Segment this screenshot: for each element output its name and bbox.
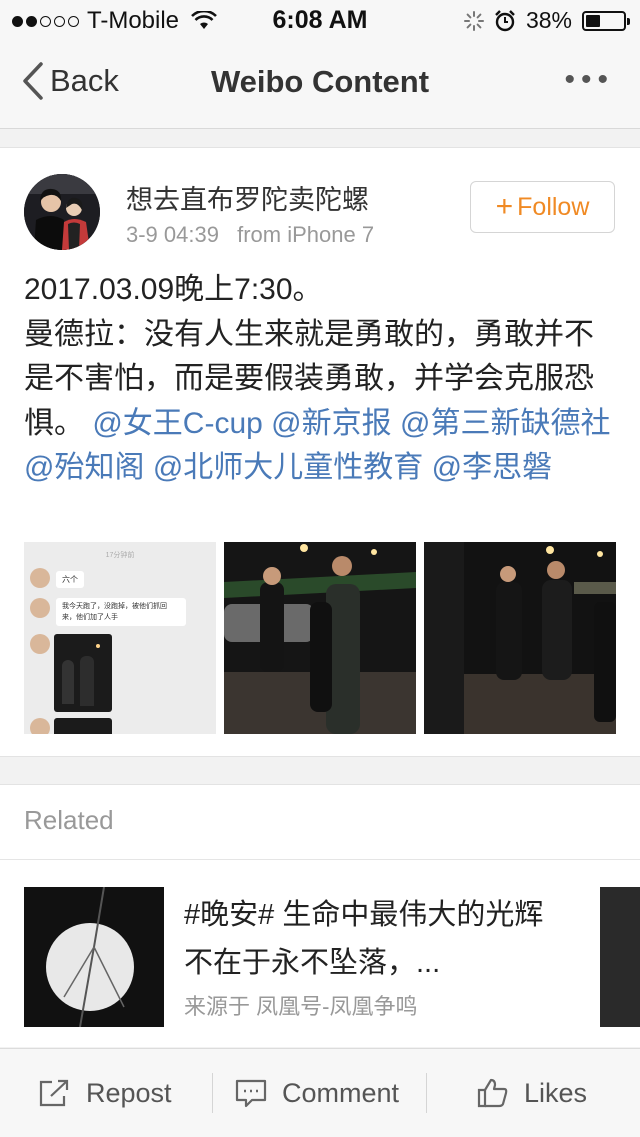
battery-percent: 38% xyxy=(525,7,572,33)
post-image-night-street-1[interactable] xyxy=(224,542,416,734)
repost-label: Repost xyxy=(86,1077,172,1108)
post-source: from iPhone 7 xyxy=(237,222,375,247)
chat-time-header: 17分钟前 xyxy=(105,552,135,559)
chat-avatar xyxy=(30,568,50,588)
mention-link[interactable]: @第三新缺德社 xyxy=(400,407,610,440)
likes-button[interactable]: Likes xyxy=(476,1049,587,1137)
chat-message: 六个 xyxy=(56,571,84,588)
related-section: Related #晚安# 生命中最伟大的光辉不在于永不坠落，... 来源于 凤凰… xyxy=(0,784,640,1047)
post-image-night-street-2[interactable] xyxy=(424,542,616,734)
username[interactable]: 想去直布罗陀卖陀螺 xyxy=(126,178,369,217)
image-grid: 17分钟前 六个 我今天跑了，没跑掉，被他们抓回来，他们加了人手 xyxy=(24,542,616,734)
mention-link[interactable]: @女王C-cup xyxy=(92,407,262,440)
battery-icon xyxy=(582,10,630,31)
mention-link[interactable]: @殆知阁 xyxy=(24,451,144,484)
follow-label: Follow xyxy=(517,192,590,221)
mention-link[interactable]: @新京报 xyxy=(271,407,391,440)
related-heading: Related xyxy=(24,805,114,835)
ellipsis-icon[interactable]: ••• xyxy=(564,65,614,95)
comment-label: Comment xyxy=(282,1077,400,1108)
bottom-toolbar: Repost Comment Likes xyxy=(0,1048,640,1137)
avatar-photo xyxy=(24,174,100,250)
divider xyxy=(426,1073,427,1113)
chat-message: 我今天跑了，没跑掉，被他们抓回来，他们加了人手 xyxy=(56,598,186,626)
post-meta: 3-9 04:39 from iPhone 7 xyxy=(126,222,386,248)
divider xyxy=(212,1073,213,1113)
repost-icon xyxy=(39,1079,69,1107)
post-image-chat-screenshot[interactable]: 17分钟前 六个 我今天跑了，没跑掉，被他们抓回来，他们加了人手 xyxy=(24,542,216,734)
activity-spinner-icon xyxy=(463,10,484,31)
mention-link[interactable]: @北师大儿童性教育 xyxy=(153,451,423,484)
post-text-line1: 2017.03.09晚上7:30。 xyxy=(24,273,323,306)
related-item-title[interactable]: #晚安# 生命中最伟大的光辉不在于永不坠落，... xyxy=(184,891,544,987)
avatar[interactable] xyxy=(24,174,100,250)
chat-photo xyxy=(54,634,112,712)
chat-avatar xyxy=(30,718,50,734)
post-text: 2017.03.09晚上7:30。 曼德拉：没有人生来就是勇敢的，勇敢并不是不害… xyxy=(24,268,620,491)
related-item-source: 来源于 凤凰号-凤凰争鸣 xyxy=(184,994,418,1019)
page-title: Weibo Content xyxy=(210,64,430,99)
related-item-thumbnail[interactable] xyxy=(24,887,164,1027)
status-bar: T-Mobile 6:08 AM 38% xyxy=(0,0,640,40)
comment-button[interactable]: Comment xyxy=(234,1049,399,1137)
navigation-bar: Back Weibo Content ••• xyxy=(0,40,640,129)
chat-avatar xyxy=(30,634,50,654)
likes-label: Likes xyxy=(524,1077,588,1108)
divider xyxy=(0,859,640,860)
weibo-post: 想去直布罗陀卖陀螺 3-9 04:39 from iPhone 7 + Foll… xyxy=(0,147,640,757)
repost-button[interactable]: Repost xyxy=(38,1049,172,1137)
post-date: 3-9 04:39 xyxy=(126,222,219,247)
battery-level-fill xyxy=(586,14,600,27)
chat-avatar xyxy=(30,598,50,618)
related-item-thumbnail-2[interactable] xyxy=(600,887,640,1027)
follow-button[interactable]: + Follow xyxy=(470,181,615,233)
alarm-icon xyxy=(495,9,515,31)
thumbs-up-icon xyxy=(477,1078,508,1108)
comment-icon xyxy=(235,1079,267,1108)
plus-icon: + xyxy=(495,190,514,223)
mention-link[interactable]: @李思磐 xyxy=(432,451,552,484)
